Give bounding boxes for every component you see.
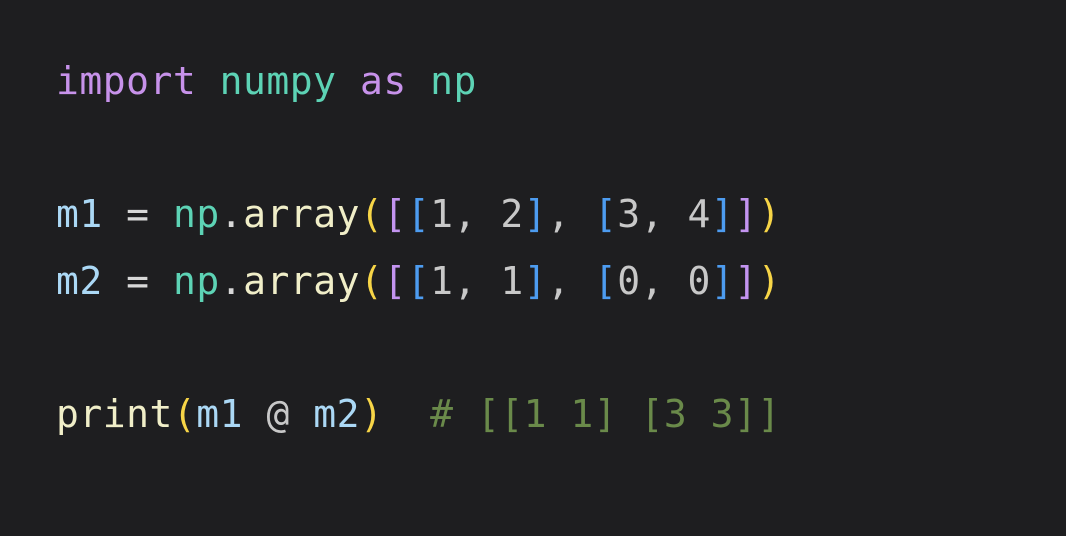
bracket-open-inner: [ (407, 192, 430, 236)
keyword-import: import (56, 59, 196, 103)
dot: . (220, 259, 243, 303)
bracket-close-inner: ] (524, 192, 547, 236)
np-ref: np (173, 259, 220, 303)
alias-name: np (430, 59, 477, 103)
bracket-open-inner: [ (594, 259, 617, 303)
dot: . (220, 192, 243, 236)
comma: , (454, 259, 477, 303)
paren-open: ( (360, 192, 383, 236)
fn-array: array (243, 192, 360, 236)
bracket-close-inner: ] (711, 192, 734, 236)
paren-close: ) (758, 192, 781, 236)
module-name: numpy (220, 59, 337, 103)
paren-open: ( (360, 259, 383, 303)
num: 0 (617, 259, 640, 303)
fn-array: array (243, 259, 360, 303)
line-6: print(m1 @ m2) # [[1 1] [3 3]] (56, 392, 781, 436)
bracket-close-inner: ] (711, 259, 734, 303)
var-m1: m1 (56, 192, 103, 236)
comma: , (547, 259, 570, 303)
num: 0 (687, 259, 710, 303)
num: 1 (430, 259, 453, 303)
bracket-close-outer: ] (734, 259, 757, 303)
code-block: import numpy as np m1 = np.array([[1, 2]… (56, 48, 1018, 447)
comma: , (547, 192, 570, 236)
paren-close: ) (360, 392, 383, 436)
matmul-op: @ (266, 392, 289, 436)
keyword-as: as (360, 59, 407, 103)
bracket-open-outer: [ (383, 192, 406, 236)
paren-open: ( (173, 392, 196, 436)
num: 1 (500, 259, 523, 303)
comment: # [[1 1] [3 3]] (430, 392, 781, 436)
assign-op: = (126, 192, 149, 236)
num: 1 (430, 192, 453, 236)
arg-m2: m2 (313, 392, 360, 436)
bracket-open-outer: [ (383, 259, 406, 303)
bracket-close-outer: ] (734, 192, 757, 236)
bracket-close-inner: ] (524, 259, 547, 303)
line-1: import numpy as np (56, 59, 477, 103)
num: 4 (687, 192, 710, 236)
arg-m1: m1 (196, 392, 243, 436)
line-3: m1 = np.array([[1, 2], [3, 4]]) (56, 192, 781, 236)
fn-print: print (56, 392, 173, 436)
bracket-open-inner: [ (407, 259, 430, 303)
comma: , (641, 192, 664, 236)
np-ref: np (173, 192, 220, 236)
comma: , (454, 192, 477, 236)
num: 3 (617, 192, 640, 236)
comma: , (641, 259, 664, 303)
num: 2 (500, 192, 523, 236)
assign-op: = (126, 259, 149, 303)
var-m2: m2 (56, 259, 103, 303)
paren-close: ) (758, 259, 781, 303)
line-4: m2 = np.array([[1, 1], [0, 0]]) (56, 259, 781, 303)
bracket-open-inner: [ (594, 192, 617, 236)
